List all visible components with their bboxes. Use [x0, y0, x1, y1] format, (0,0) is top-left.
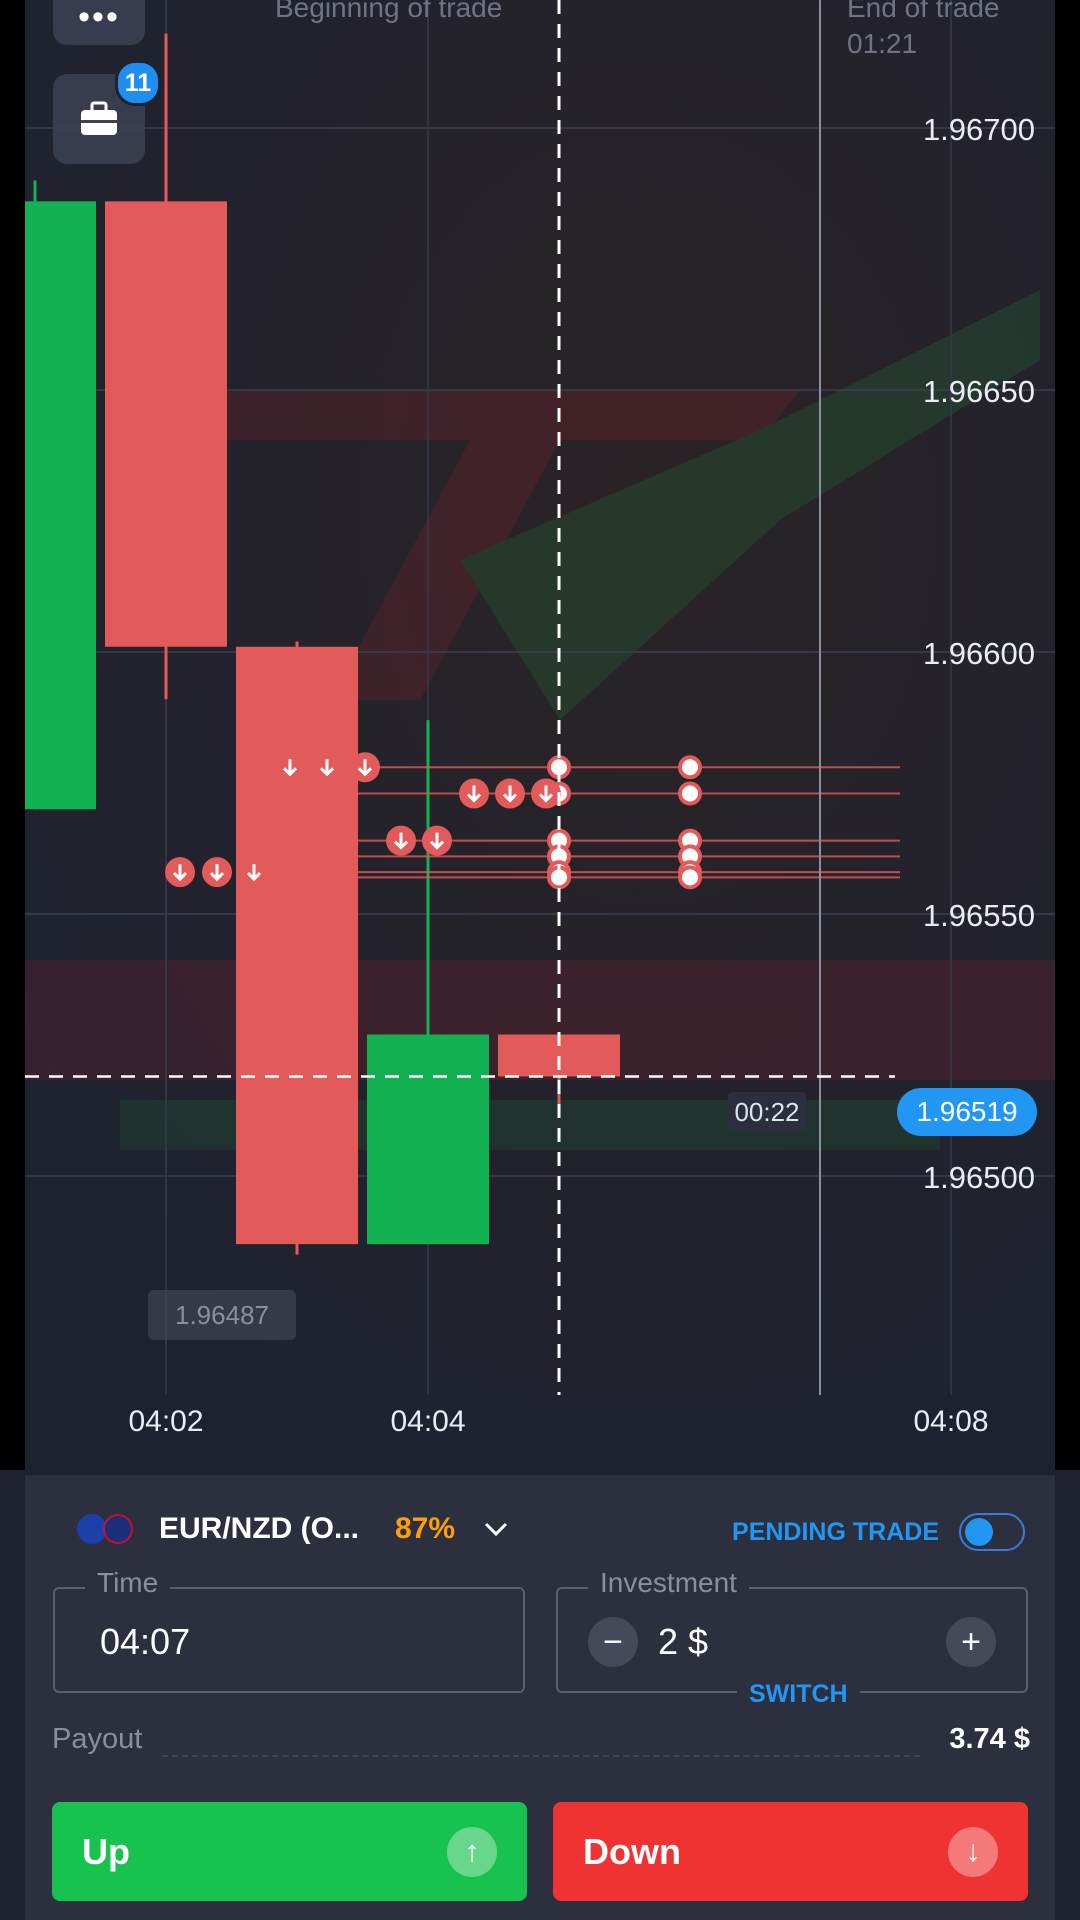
trading-app: ••• 11 Beginning of trade End of trade 0… — [0, 0, 1080, 1920]
price-axis-label: 1.96650 — [922, 374, 1035, 409]
price-axis-label: 1.96600 — [922, 636, 1035, 671]
payout-value: 3.74 $ — [949, 1723, 1030, 1755]
investment-field-label: Investment — [588, 1567, 749, 1599]
pending-trade-label: PENDING TRADE — [732, 1517, 939, 1546]
time-axis-label: 04:08 — [913, 1405, 989, 1438]
time-field[interactable]: Time 04:07 — [53, 1567, 525, 1693]
investment-field[interactable]: Investment − 2 $ + — [556, 1567, 1028, 1693]
asset-selector[interactable]: EUR/NZD (O... 87% — [77, 1512, 509, 1546]
price-axis-label: 1.96700 — [922, 112, 1035, 147]
switch-currency-button[interactable]: SWITCH — [737, 1680, 860, 1709]
pending-trade-toggle[interactable]: PENDING TRADE — [732, 1513, 1025, 1551]
candle-body — [367, 1034, 489, 1245]
chevron-down-icon — [484, 1522, 508, 1537]
candle-body — [25, 201, 96, 810]
price-chart[interactable] — [0, 0, 1080, 1470]
trade-panel: EUR/NZD (O... 87% PENDING TRADE Time 04:… — [25, 1475, 1055, 1920]
payout-label: Payout — [52, 1723, 143, 1755]
candle-body — [236, 646, 358, 1245]
increase-investment-button[interactable]: + — [946, 1617, 996, 1667]
time-field-label: Time — [85, 1567, 171, 1599]
end-of-trade-label: End of trade — [847, 0, 1000, 23]
current-price-tag: 1.96519 — [897, 1088, 1037, 1136]
payout-row: Payout 3.74 $ — [52, 1723, 1030, 1767]
arrow-up-icon: ↑ — [447, 1826, 497, 1877]
price-axis-label: 1.96500 — [922, 1160, 1035, 1195]
menu-button[interactable]: ••• — [53, 0, 145, 45]
price-axis-label: 1.96550 — [922, 898, 1035, 933]
currency-pair-flag-icon — [77, 1514, 137, 1544]
investment-value[interactable]: 2 $ — [658, 1621, 708, 1663]
time-axis-label: 04:04 — [390, 1405, 466, 1438]
asset-payout-percent: 87% — [395, 1512, 456, 1545]
time-value[interactable]: 04:07 — [100, 1621, 190, 1663]
more-icon: ••• — [78, 0, 120, 36]
asset-name: EUR/NZD (O... — [159, 1512, 359, 1545]
trade-end-dot — [678, 781, 702, 806]
portfolio-badge: 11 — [115, 60, 161, 106]
trade-end-dot — [678, 755, 702, 780]
down-button-label: Down — [583, 1830, 681, 1872]
decrease-investment-button[interactable]: − — [588, 1617, 638, 1667]
arrow-down-icon: ↓ — [948, 1826, 998, 1877]
time-axis-label: 04:02 — [128, 1405, 204, 1438]
up-button[interactable]: Up ↑ — [52, 1802, 527, 1901]
down-button[interactable]: Down ↓ — [553, 1802, 1028, 1901]
portfolio-button[interactable]: 11 — [53, 60, 161, 164]
beginning-of-trade-label: Beginning of trade — [275, 0, 503, 23]
candle-countdown: 00:22 — [728, 1092, 806, 1132]
candle-body — [105, 201, 227, 647]
pending-trade-switch[interactable] — [959, 1513, 1025, 1551]
low-price-marker: 1.96487 — [148, 1290, 296, 1340]
up-button-label: Up — [82, 1830, 130, 1872]
trade-end-dot — [678, 865, 702, 890]
end-of-trade-time: 01:21 — [847, 28, 918, 59]
briefcase-icon — [81, 101, 117, 135]
